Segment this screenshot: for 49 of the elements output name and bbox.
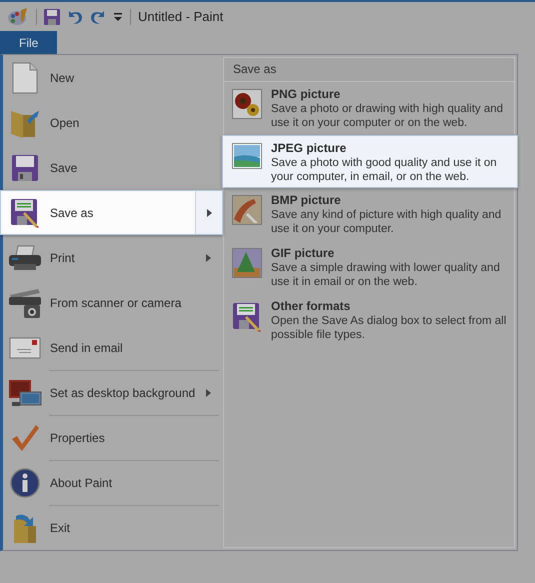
scanner-camera-icon (8, 286, 42, 318)
envelope-icon (9, 336, 41, 358)
undo-icon[interactable] (67, 8, 83, 24)
landscape-image-icon (232, 143, 262, 169)
submenu-arrow-icon[interactable] (206, 388, 211, 396)
floppy-disk-pencil-icon (231, 301, 263, 333)
printer-icon (8, 244, 42, 272)
format-option[interactable]: JPEG picture Save a photo with good quality and use it on your computer, in email, or on the web. (222, 135, 518, 188)
menu-item[interactable]: New (3, 55, 221, 100)
option-description: Save a photo or drawing with high quality and use it on your computer or on the web. (271, 102, 504, 130)
menu-item[interactable]: Send in email (3, 325, 221, 370)
format-option[interactable]: PNG picture Save a photo or drawing with high quality and use it on your computer or on the web. (224, 82, 514, 135)
option-title: PNG picture (271, 87, 342, 101)
option-title: JPEG picture (271, 141, 348, 155)
menu-item[interactable]: About Paint (3, 460, 221, 505)
option-title: GIF picture (271, 246, 336, 260)
flower-image-icon (232, 89, 262, 119)
info-icon (10, 468, 40, 498)
format-option[interactable]: GIF picture Save a simple drawing with lower quality and use it in email or on the web. (224, 241, 514, 294)
file-tab[interactable]: File (0, 31, 58, 54)
menu-item[interactable]: Properties (3, 415, 221, 460)
checkmark-icon (10, 422, 40, 452)
submenu-arrow-icon[interactable] (206, 208, 212, 216)
option-title: BMP picture (271, 193, 342, 207)
monitor-icon (8, 378, 42, 408)
menu-item[interactable]: Save (3, 145, 221, 190)
option-description: Save a simple drawing with lower quality and use it in email or on the web. (271, 261, 501, 289)
floppy-disk-pencil-icon (9, 196, 41, 228)
menu-item[interactable]: From scanner or camera (3, 280, 221, 325)
page-icon (12, 62, 38, 94)
menu-item[interactable]: Open (3, 100, 221, 145)
redo-icon[interactable] (90, 8, 106, 24)
option-description: Save a photo with good quality and use it on your computer, in email, or on the web. (271, 156, 498, 184)
submenu-arrow-icon[interactable] (206, 254, 210, 262)
option-description: Open the Save As dialog box to select from all possible file types. (271, 314, 507, 342)
option-description: Save any kind of picture with high quality and use it on your computer. (271, 208, 502, 236)
cone-image-icon (232, 248, 262, 278)
format-option[interactable]: BMP picture Save any kind of picture with high quality and use it on your computer. (224, 188, 514, 241)
customize-dropdown-icon[interactable] (113, 12, 123, 22)
menu-item[interactable]: Set as desktop background (3, 370, 221, 415)
menu-item[interactable]: Print (3, 235, 221, 280)
window-title: Untitled - Paint (138, 9, 224, 24)
brush-image-icon (232, 195, 262, 225)
format-option[interactable]: Other formats Open the Save As dialog box to select from all possible file types. (224, 294, 514, 347)
option-title: Other formats (271, 299, 352, 313)
submenu-header: Save as (224, 58, 514, 82)
menu-item[interactable]: Exit (3, 505, 221, 550)
menu-item[interactable]: Save as (0, 190, 223, 235)
paint-palette-icon[interactable] (7, 8, 29, 26)
